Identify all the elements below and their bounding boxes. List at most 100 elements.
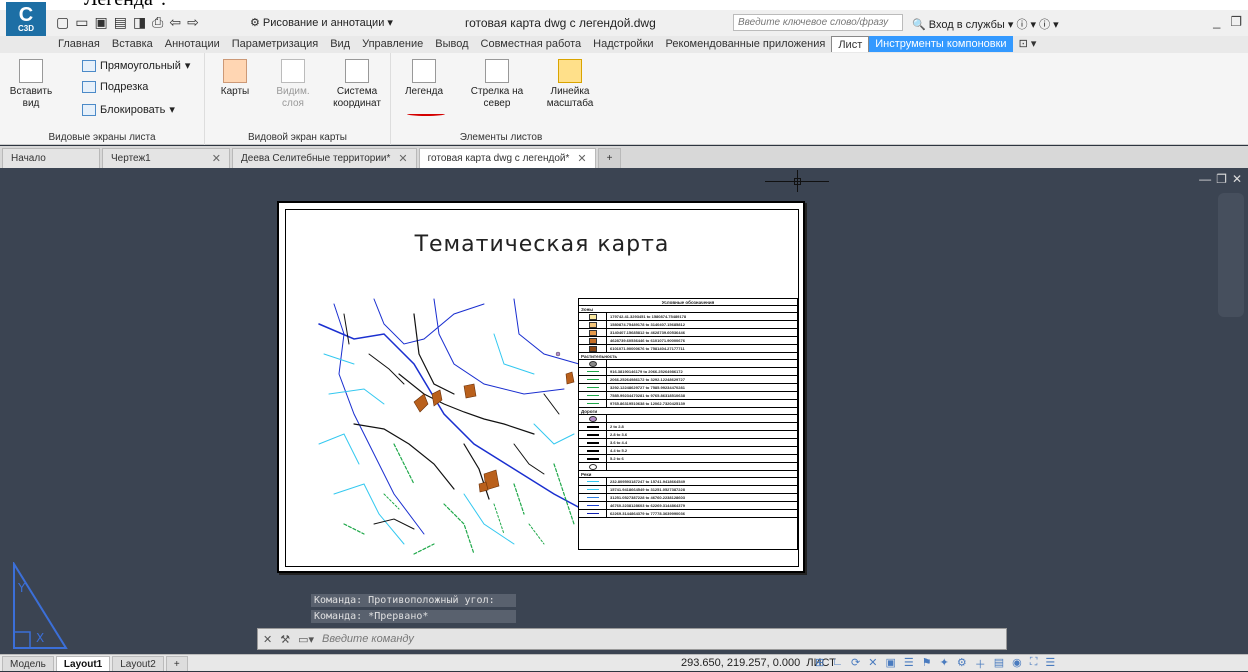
legend-label: 232.809593187247 to 15741.9418664549 — [610, 479, 685, 484]
file-tab-drawing1[interactable]: Чертеж1 ✕ — [102, 148, 230, 168]
annotation-icon[interactable]: ⚑ — [922, 656, 932, 672]
restore-icon[interactable]: ❐ — [1216, 172, 1227, 186]
layer-visibility-button[interactable]: Видим. слоя — [271, 59, 315, 110]
search-input[interactable]: Введите ключевое слово/фразу — [733, 14, 903, 31]
close-icon[interactable]: ✕ — [1232, 172, 1242, 186]
minimize-icon[interactable]: _ — [1213, 14, 1220, 30]
command-input[interactable]: Введите команду — [322, 633, 414, 645]
legend-button[interactable]: Легенда — [401, 59, 447, 98]
open-file-icon[interactable]: ▭ — [75, 14, 88, 31]
wrench-icon[interactable]: ⚒ — [280, 633, 290, 646]
legend-row: 7585.99234470281 to 9765.86318510638 — [579, 391, 797, 400]
legend-symbol — [579, 509, 607, 518]
tab-output[interactable]: Вывод — [429, 36, 474, 52]
undo-icon[interactable]: ⇦ — [169, 14, 181, 31]
layout-paper: Тематическая карта Условные обозначения … — [277, 201, 805, 573]
properties-icon[interactable]: ▤ — [994, 656, 1004, 672]
command-history-line: Команда: *Прервано* — [311, 610, 516, 623]
new-tab-button[interactable]: + — [597, 148, 622, 168]
tab-layout-tools[interactable]: Инструменты компоновки — [869, 36, 1013, 52]
sign-in-button[interactable]: 🔍 Вход в службы ▾ ⓘ ▾ ⓘ ▾ — [912, 16, 1059, 32]
coordinate-system-button[interactable]: Система координат — [329, 59, 385, 110]
file-tab-residential[interactable]: Деева Селитебные территории* ✕ — [232, 148, 417, 168]
workspace-switcher[interactable]: ⚙ Рисование и аннотации ▾ — [250, 16, 393, 29]
legend-symbol — [579, 312, 607, 321]
clip-button[interactable]: Подрезка — [82, 81, 148, 93]
print-icon[interactable]: ⎙ — [152, 14, 163, 31]
tab-layout[interactable]: Лист — [831, 36, 870, 52]
legend-row: 4.4 to 5.2 — [579, 446, 797, 455]
tab-collaborate[interactable]: Совместная работа — [475, 36, 588, 52]
close-icon[interactable]: ✕ — [263, 633, 272, 646]
command-line[interactable]: ✕ ⚒ ▭▾ Введите команду — [257, 628, 1007, 650]
legend-symbol — [579, 359, 607, 368]
new-file-icon[interactable]: ▢ — [56, 14, 69, 31]
clip-icon — [82, 81, 96, 93]
grid-icon[interactable]: ⊞ — [815, 656, 824, 672]
ribbon-options-icon[interactable]: ⊡ ▾ — [1013, 36, 1043, 52]
legend-label: 31251.0527387228 to 46760.2238128603 — [610, 495, 685, 500]
customize-icon[interactable]: ☰ — [1045, 656, 1055, 672]
fullscreen-icon[interactable]: ⛶ — [1030, 656, 1038, 672]
app-logo[interactable]: C C3D — [6, 2, 46, 36]
legend-label: 6101071.90000676 to 7581404.27177711 — [610, 346, 685, 351]
map-legend[interactable]: Условные обозначения Зоны 179742.41.32934… — [578, 298, 798, 550]
legend-section-title: Зоны — [579, 306, 797, 313]
maps-button[interactable]: Карты — [215, 59, 255, 98]
command-history: Команда: Противоположный угол: Команда: … — [311, 594, 516, 626]
add-layout-button[interactable]: + — [165, 655, 188, 671]
minimize-icon[interactable]: — — [1199, 172, 1211, 186]
export-icon[interactable]: ◨ — [133, 14, 146, 31]
legend-label: 1580874.75489178 to 3140407.15685812 — [610, 322, 685, 327]
file-tabs: Начало Чертеж1 ✕ Деева Селитебные террито… — [0, 146, 1248, 168]
settings-icon[interactable]: ⚙ — [957, 656, 967, 672]
legend-label: 2 to 2.8 — [610, 424, 624, 429]
plus-icon[interactable]: ＋ — [975, 656, 986, 672]
osnap-icon[interactable]: ✕ — [868, 656, 877, 672]
tab-layout1[interactable]: Layout1 — [55, 655, 111, 671]
scale-icon[interactable]: ✦ — [940, 656, 949, 672]
viewport-icon[interactable]: ▣ — [885, 656, 895, 672]
close-icon[interactable]: ✕ — [212, 152, 221, 165]
restore-icon[interactable]: ❐ — [1230, 14, 1242, 30]
lock-icon — [82, 103, 96, 116]
isolate-icon[interactable]: ◉ — [1012, 656, 1022, 672]
tab-addins[interactable]: Надстройки — [587, 36, 659, 52]
file-tab-start[interactable]: Начало — [2, 148, 100, 168]
polar-icon[interactable]: ⟳ — [851, 656, 860, 672]
tab-insert[interactable]: Вставка — [106, 36, 159, 52]
legend-symbol — [579, 414, 607, 423]
legend-row: 3.6 to 4.4 — [579, 438, 797, 447]
rectangular-button[interactable]: Прямоугольный ▾ — [82, 59, 190, 72]
save-icon[interactable]: ▣ — [94, 14, 107, 31]
tab-manage[interactable]: Управление — [356, 36, 429, 52]
file-tab-active-map[interactable]: готовая карта dwg с легендой* ✕ — [418, 148, 596, 168]
save-as-icon[interactable]: ▤ — [114, 14, 127, 31]
tab-view[interactable]: Вид — [324, 36, 356, 52]
command-prompt-icon[interactable]: ▭▾ — [298, 633, 314, 646]
status-bar: Модель Layout1 Layout2 + 293.650, 219.25… — [0, 654, 1248, 671]
north-arrow-button[interactable]: Стрелка на север — [469, 59, 525, 110]
legend-symbol — [579, 383, 607, 392]
close-icon[interactable]: ✕ — [577, 152, 586, 165]
tab-home[interactable]: Главная — [52, 36, 106, 52]
close-icon[interactable]: ✕ — [398, 152, 407, 165]
redo-icon[interactable]: ⇨ — [187, 14, 199, 31]
viewport-frame[interactable]: Тематическая карта Условные обозначения … — [285, 209, 799, 567]
insert-view-button[interactable]: Вставить вид — [8, 59, 54, 110]
tab-parametric[interactable]: Параметризация — [226, 36, 324, 52]
lineweight-icon[interactable]: ☰ — [904, 656, 914, 672]
legend-row: 9765.86319510638 to 12062.7320425139 — [579, 399, 797, 408]
tab-model[interactable]: Модель — [2, 655, 54, 671]
rectangle-icon — [82, 59, 96, 72]
scale-bar-button[interactable]: Линейка масштаба — [537, 59, 603, 110]
snap-icon[interactable]: ∟ — [832, 656, 843, 672]
legend-row: 31251.0527387228 to 46760.2238128603 — [579, 493, 797, 502]
tab-annotate[interactable]: Аннотации — [159, 36, 226, 52]
tab-layout2[interactable]: Layout2 — [112, 655, 164, 671]
tab-featured-apps[interactable]: Рекомендованные приложения — [660, 36, 832, 52]
legend-header: Условные обозначения — [579, 299, 797, 306]
lock-button[interactable]: Блокировать ▾ — [82, 103, 175, 116]
caption-text: Легенда". — [84, 0, 166, 10]
navigation-bar[interactable] — [1218, 193, 1244, 317]
